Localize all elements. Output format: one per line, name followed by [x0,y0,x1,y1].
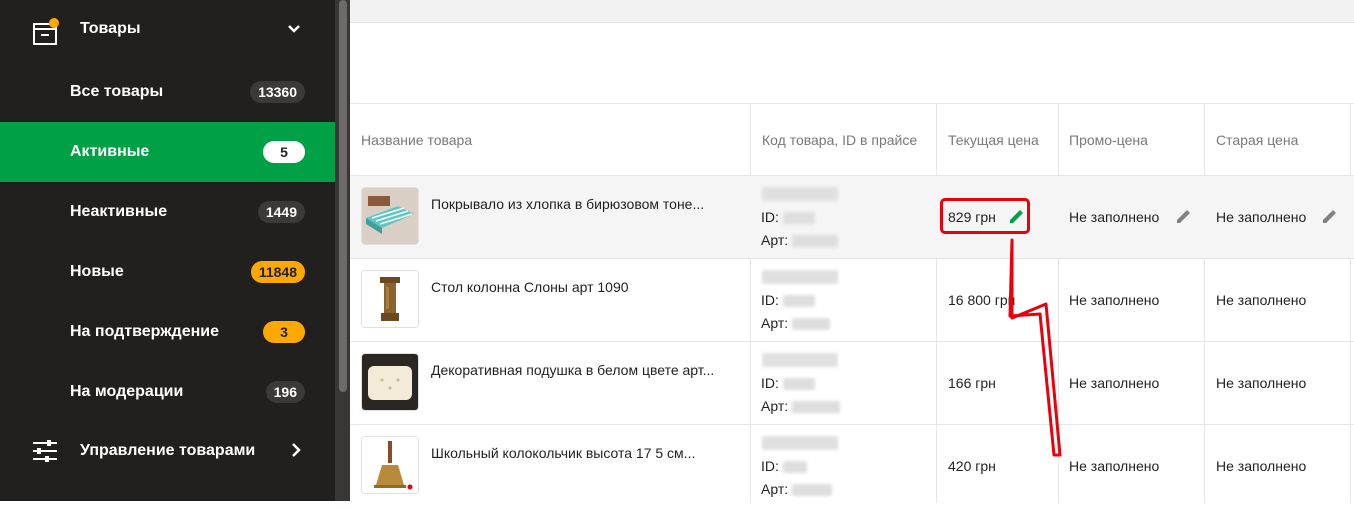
art-line: Арт: [761,232,839,248]
sliders-icon [33,440,57,462]
art-label: Арт: [761,232,789,248]
table-row[interactable]: Покрывало из хлопка в бирюзовом тоне... … [350,176,1354,259]
column-header-promo-price[interactable]: Промо-цена [1069,104,1148,176]
sidebar-item-label: Неактивные [70,203,168,220]
redacted-code [762,353,838,367]
column-table-image [362,271,418,327]
product-name[interactable]: Стол колонна Слоны арт 1090 [431,279,741,295]
archive-box-icon [33,18,59,45]
top-bar [350,0,1354,23]
sidebar-item-all[interactable]: Все товары 13360 [0,62,335,122]
promo-price[interactable]: Не заполнено [1069,458,1159,474]
sidebar-item-new[interactable]: Новые 11848 [0,242,335,302]
column-header-code[interactable]: Код товара, ID в прайсе [762,104,917,176]
old-price[interactable]: Не заполнено [1216,209,1306,225]
redacted-id [782,295,815,308]
school-bell-image [362,437,418,493]
chevron-down-icon[interactable] [287,22,301,36]
count-badge: 3 [263,321,305,343]
redacted-art [792,484,833,497]
id-label: ID: [761,292,779,308]
redacted-code [762,270,838,284]
current-price[interactable]: 16 800 грн [948,292,1015,308]
sidebar-item-inactive[interactable]: Неактивные 1449 [0,182,335,242]
product-thumbnail[interactable] [361,353,419,411]
count-badge: 13360 [250,81,305,103]
redacted-id [782,378,815,391]
column-header-name[interactable]: Название товара [361,104,472,176]
id-line: ID: [761,375,815,391]
pillow-image [362,354,418,410]
art-label: Арт: [761,398,789,414]
art-line: Арт: [761,315,831,331]
table-row[interactable]: Стол колонна Слоны арт 1090 ID: Арт: 16 … [350,259,1354,342]
current-price[interactable]: 420 грн [948,458,996,474]
id-label: ID: [761,458,779,474]
product-thumbnail[interactable] [361,270,419,328]
sidebar-section-label: Товары [80,20,141,37]
sidebar-item-label: Все товары [70,83,164,100]
art-label: Арт: [761,481,789,497]
redacted-id [782,212,815,225]
redacted-art [792,401,841,414]
count-badge: 5 [263,141,305,163]
old-price[interactable]: Не заполнено [1216,375,1306,391]
count-badge: 1449 [257,201,305,223]
redacted-code [762,436,838,450]
count-badge: 196 [265,381,305,403]
product-name[interactable]: Декоративная подушка в белом цвете арт..… [431,362,741,378]
redacted-code [762,187,838,201]
promo-price[interactable]: Не заполнено [1069,375,1159,391]
product-thumbnail[interactable] [361,187,419,245]
sidebar-section-products[interactable]: Товары [0,0,335,62]
sidebar-item-pending-confirmation[interactable]: На подтверждение 3 [0,302,335,362]
promo-price[interactable]: Не заполнено [1069,209,1159,225]
product-name[interactable]: Школьный колокольчик высота 17 5 см... [431,445,741,461]
id-line: ID: [761,458,807,474]
count-badge: 11848 [250,261,305,283]
art-line: Арт: [761,398,841,414]
table-row[interactable]: Школьный колокольчик высота 17 5 см... I… [350,425,1354,508]
sidebar-item-label: На подтверждение [70,323,219,340]
sidebar-item-label: Новые [70,263,124,280]
id-line: ID: [761,292,815,308]
chevron-right-icon[interactable] [290,442,302,458]
id-label: ID: [761,209,779,225]
old-price[interactable]: Не заполнено [1216,292,1306,308]
old-price[interactable]: Не заполнено [1216,458,1306,474]
current-price[interactable]: 166 грн [948,375,996,391]
edit-pencil-icon[interactable] [1174,208,1192,226]
column-header-current-price[interactable]: Текущая цена [948,104,1039,176]
edit-pencil-icon[interactable] [1320,208,1338,226]
bedspread-image [362,188,418,244]
sidebar-item-active[interactable]: Активные 5 [0,122,335,182]
redacted-art [792,235,839,248]
id-line: ID: [761,209,815,225]
sidebar-item-moderation[interactable]: На модерации 196 [0,362,335,422]
redacted-id [782,461,807,474]
sidebar-scrollbar-thumb[interactable] [339,0,347,392]
sidebar-item-label: На модерации [70,383,184,400]
table-row[interactable]: Декоративная подушка в белом цвете арт..… [350,342,1354,425]
product-name[interactable]: Покрывало из хлопка в бирюзовом тоне... [431,196,741,212]
art-label: Арт: [761,315,789,331]
sidebar: Товары Все товары 13360 Активные 5 Неакт… [0,0,335,501]
sidebar-section-manage-products[interactable]: Управление товарами [0,420,335,482]
column-header-old-price[interactable]: Старая цена [1216,104,1298,176]
annotation-highlight-box [940,198,1030,234]
promo-price[interactable]: Не заполнено [1069,292,1159,308]
art-line: Арт: [761,481,833,497]
id-label: ID: [761,375,779,391]
sidebar-section-label: Управление товарами [80,442,256,459]
sidebar-item-label: Активные [70,143,150,160]
redacted-art [792,318,831,331]
product-thumbnail[interactable] [361,436,419,494]
